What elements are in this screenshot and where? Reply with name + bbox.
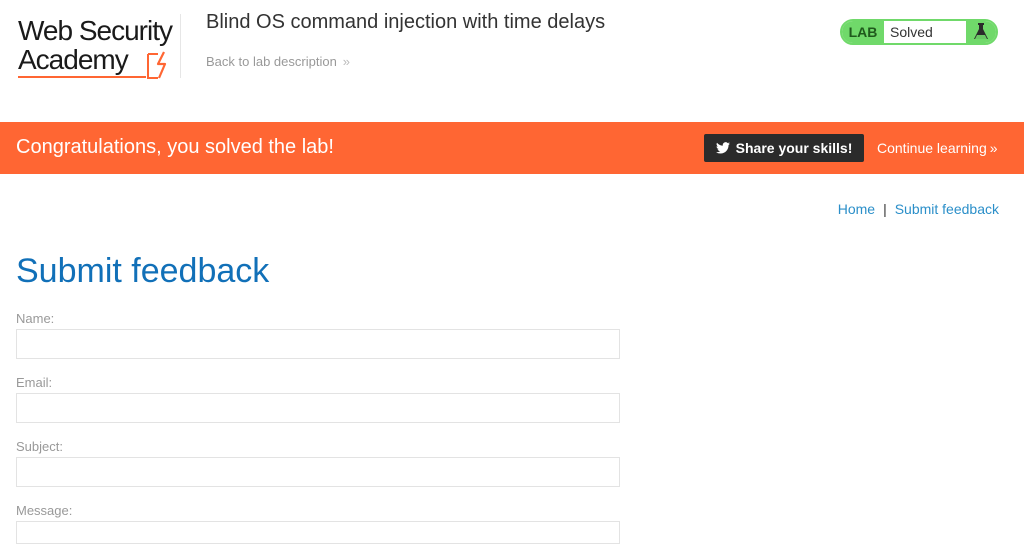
- name-label: Name:: [16, 311, 55, 326]
- logo-text-line1: Web Security: [18, 15, 173, 46]
- message-textarea[interactable]: [16, 521, 620, 544]
- share-skills-label: Share your skills!: [735, 140, 853, 156]
- share-skills-button[interactable]: Share your skills!: [704, 134, 864, 162]
- name-input[interactable]: [16, 329, 620, 359]
- top-navigation: Home | Submit feedback: [838, 201, 999, 217]
- logo-underline: [18, 76, 146, 78]
- continue-learning-label: Continue learning: [877, 140, 987, 156]
- header: Web Security Academy Blind OS command in…: [0, 0, 1024, 122]
- twitter-icon: [715, 142, 730, 154]
- chevron-double-right-icon: »: [989, 140, 998, 156]
- flask-icon: [974, 23, 988, 39]
- message-label: Message:: [16, 503, 73, 518]
- flask-icon-box: [966, 21, 996, 43]
- email-label: Email:: [16, 375, 53, 390]
- page-title: Submit feedback: [16, 252, 270, 290]
- nav-separator: |: [883, 201, 887, 217]
- chevron-double-right-icon: »: [342, 54, 351, 69]
- lab-badge: LAB: [842, 21, 884, 43]
- congratulations-message: Congratulations, you solved the lab!: [16, 136, 334, 158]
- back-link-label: Back to lab description: [206, 54, 337, 69]
- subject-label: Subject:: [16, 439, 63, 454]
- lab-title: Blind OS command injection with time del…: [206, 11, 606, 33]
- subject-input[interactable]: [16, 457, 620, 487]
- email-input[interactable]: [16, 393, 620, 423]
- solved-banner: Congratulations, you solved the lab! Sha…: [0, 122, 1024, 174]
- nav-home-link[interactable]: Home: [838, 201, 875, 217]
- logo-bolt-icon: [147, 51, 167, 79]
- lab-status-widget: LAB Solved: [840, 19, 998, 45]
- header-divider: [180, 14, 181, 78]
- back-to-lab-description-link[interactable]: Back to lab description »: [206, 54, 350, 69]
- nav-submit-feedback-link[interactable]: Submit feedback: [895, 201, 999, 217]
- continue-learning-link[interactable]: Continue learning»: [877, 140, 998, 156]
- lab-status-text: Solved: [890, 24, 933, 40]
- web-security-academy-logo[interactable]: Web Security Academy: [18, 16, 190, 80]
